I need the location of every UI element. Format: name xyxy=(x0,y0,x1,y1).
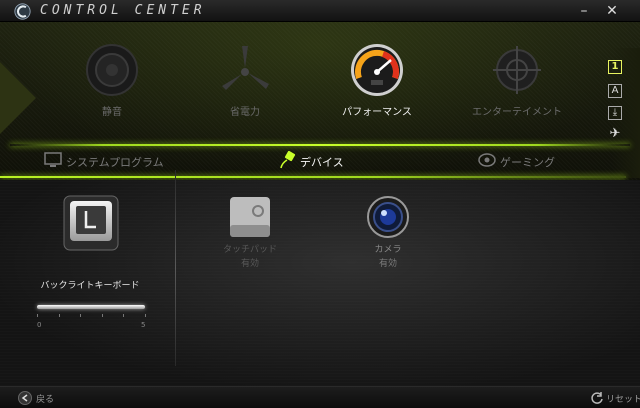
camera-toggle[interactable]: カメラ 有効 xyxy=(348,195,428,269)
back-label: 戻る xyxy=(36,395,55,405)
section-divider xyxy=(175,170,176,366)
minimize-button[interactable]: – xyxy=(574,1,594,21)
eye-icon xyxy=(478,153,496,167)
tab-system-programs[interactable]: システムプログラム xyxy=(44,151,164,171)
mode-entertainment[interactable]: エンターテイメント xyxy=(472,42,562,118)
tab-label: ゲーミング xyxy=(500,156,555,169)
auto-mode-button[interactable]: A xyxy=(608,84,622,98)
panel-left-decoration xyxy=(0,62,36,134)
slider-min-label: 0 xyxy=(37,321,42,329)
mode-label: 静音 xyxy=(102,107,122,118)
backlight-keyboard-label: バックライトキーボード xyxy=(40,281,140,291)
slider-tick xyxy=(37,314,38,317)
crosshair-icon xyxy=(493,46,541,94)
slider-max-label: 5 xyxy=(141,321,146,329)
mode-label: エンターテイメント xyxy=(472,107,562,118)
app-logo-icon xyxy=(14,3,31,20)
mode-label: パフォーマンス xyxy=(342,107,412,118)
touchpad-toggle[interactable]: タッチパッド 有効 xyxy=(210,195,290,269)
reset-label: リセット xyxy=(606,395,640,405)
monitor-icon xyxy=(44,152,62,167)
mode-label: 省電力 xyxy=(230,107,260,118)
speedometer-icon xyxy=(351,44,403,96)
tab-devices[interactable]: デバイス xyxy=(278,151,358,171)
slider-tick xyxy=(58,314,60,317)
profile-1-button[interactable]: 1 xyxy=(608,60,622,74)
tab-label: システムプログラム xyxy=(66,156,164,169)
slider-tick xyxy=(123,314,125,317)
slider-ticks xyxy=(37,314,146,318)
backlight-slider[interactable] xyxy=(37,305,145,309)
app-title: CONTROL CENTER xyxy=(40,3,206,18)
device-content: バックライトキーボード 0 5 タッチパッド 有効 カメラ 有効 xyxy=(0,170,640,386)
slider-tick xyxy=(101,314,103,317)
slider-tick xyxy=(80,314,82,317)
accent-line xyxy=(0,176,626,178)
reset-button[interactable]: リセット xyxy=(590,391,640,405)
keyboard-key-icon[interactable] xyxy=(62,194,120,252)
mode-performance[interactable]: パフォーマンス xyxy=(332,42,422,118)
tab-gaming[interactable]: ゲーミング xyxy=(478,151,558,171)
title-bar: CONTROL CENTER – ✕ xyxy=(0,0,640,22)
slider-tick xyxy=(145,314,146,317)
mode-power-saving[interactable]: 省電力 xyxy=(200,42,290,118)
backlight-slider-fill xyxy=(37,305,145,309)
mode-panel: 静音 省電力 パフォーマンス エンターテイメント 1 A ⤓ ✈ システムプログ… xyxy=(0,22,640,180)
footer-bar: 戻る リセット xyxy=(0,386,640,408)
device-status: 有効 xyxy=(240,259,259,269)
accent-line xyxy=(10,144,630,146)
camera-icon xyxy=(367,196,409,238)
device-name: タッチパッド xyxy=(222,245,277,255)
download-icon[interactable]: ⤓ xyxy=(608,106,622,120)
close-button[interactable]: ✕ xyxy=(602,1,622,21)
speaker-icon xyxy=(86,44,138,96)
plug-icon xyxy=(280,151,296,169)
touchpad-icon xyxy=(230,197,270,237)
device-status: 有効 xyxy=(378,259,397,269)
fan-icon xyxy=(222,46,269,90)
reset-icon xyxy=(591,392,603,404)
device-name: カメラ xyxy=(374,245,402,255)
mode-silent[interactable]: 静音 xyxy=(67,42,157,118)
tab-label: デバイス xyxy=(300,156,344,169)
back-arrow-icon xyxy=(18,391,32,405)
airplane-mode-icon[interactable]: ✈ xyxy=(608,127,622,142)
